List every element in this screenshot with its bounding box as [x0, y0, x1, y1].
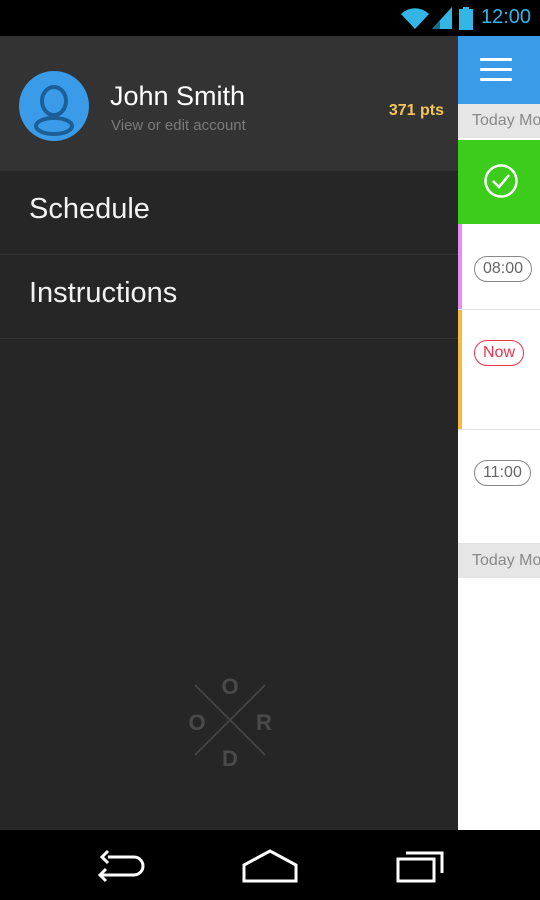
logo-letter: D — [222, 746, 238, 768]
event-card[interactable]: 11:00 — [458, 430, 540, 544]
day-header: Today Mo — [458, 104, 540, 138]
event-card[interactable]: 08:00 — [458, 224, 540, 310]
menu-item-schedule[interactable]: Schedule — [0, 171, 458, 255]
time-badge: 08:00 — [474, 256, 533, 282]
back-icon[interactable] — [90, 845, 150, 885]
system-nav-bar — [0, 830, 540, 900]
signal-icon — [432, 7, 452, 29]
menu-item-label: Instructions — [29, 277, 178, 309]
user-avatar-icon[interactable] — [19, 71, 89, 141]
logo-letter: R — [256, 710, 272, 735]
logo-letter: O — [188, 710, 205, 735]
points-badge: 371 pts — [388, 102, 444, 119]
checkmark-icon — [484, 164, 518, 198]
hamburger-menu-icon[interactable] — [480, 58, 512, 82]
user-name: John Smith — [110, 81, 246, 111]
edit-account-link[interactable]: View or edit account — [111, 117, 246, 134]
background-app: Today Mo 08:00 Now 11:00 Today Mo — [458, 36, 540, 830]
app-toolbar — [458, 36, 540, 104]
app-logo: O O R D — [188, 674, 272, 768]
event-color-bar — [458, 224, 462, 309]
recents-icon[interactable] — [392, 845, 452, 885]
day-header: Today Mo — [458, 544, 540, 578]
home-icon[interactable] — [240, 845, 300, 885]
completed-event-card[interactable] — [458, 140, 540, 224]
event-card[interactable]: Now — [458, 310, 540, 430]
now-badge: Now — [474, 340, 525, 366]
battery-icon — [459, 7, 473, 30]
account-header[interactable]: John Smith View or edit account 371 pts — [0, 36, 458, 171]
menu-item-label: Schedule — [29, 193, 150, 225]
clock: 12:00 — [481, 6, 532, 28]
logo-letter: O — [221, 674, 238, 699]
status-bar: 12:00 — [0, 0, 540, 36]
navigation-drawer: John Smith View or edit account 371 pts … — [0, 36, 458, 830]
wifi-icon — [401, 8, 429, 29]
time-badge: 11:00 — [474, 460, 531, 486]
event-color-bar — [458, 310, 462, 429]
menu-item-instructions[interactable]: Instructions — [0, 255, 458, 339]
